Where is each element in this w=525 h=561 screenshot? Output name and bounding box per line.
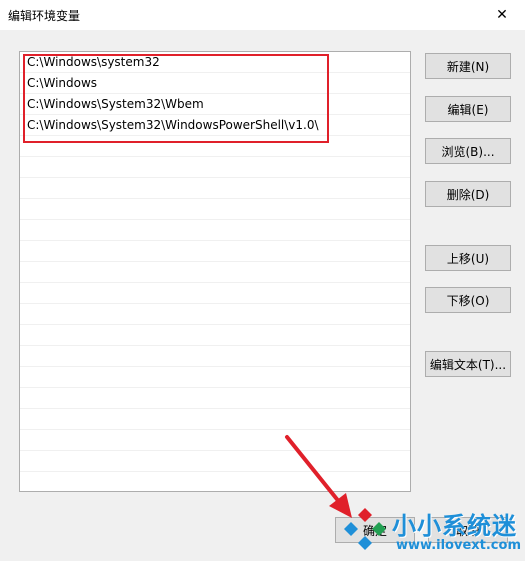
list-item[interactable] <box>20 388 410 409</box>
edit-text-button[interactable]: 编辑文本(T)... <box>425 351 511 377</box>
title-bar: 编辑环境变量 ✕ <box>0 0 525 30</box>
list-item[interactable]: C:\Windows\system32 <box>20 52 410 73</box>
edit-button[interactable]: 编辑(E) <box>425 96 511 122</box>
list-item[interactable] <box>20 451 410 472</box>
new-button[interactable]: 新建(N) <box>425 53 511 79</box>
move-down-button[interactable]: 下移(O) <box>425 287 511 313</box>
move-up-button[interactable]: 上移(U) <box>425 245 511 271</box>
list-item[interactable] <box>20 325 410 346</box>
list-item[interactable] <box>20 304 410 325</box>
list-item[interactable] <box>20 178 410 199</box>
list-item[interactable] <box>20 241 410 262</box>
browse-button[interactable]: 浏览(B)... <box>425 138 511 164</box>
close-icon: ✕ <box>496 7 508 23</box>
list-item[interactable] <box>20 472 410 491</box>
path-list[interactable]: C:\Windows\system32 C:\Windows C:\Windows\… <box>19 51 411 492</box>
list-item[interactable]: C:\Windows\System32\WindowsPowerShell\v1… <box>20 115 410 136</box>
list-item[interactable] <box>20 409 410 430</box>
list-item[interactable]: C:\Windows <box>20 73 410 94</box>
ok-button[interactable]: 确定 <box>335 517 415 543</box>
list-item[interactable] <box>20 220 410 241</box>
list-item[interactable] <box>20 367 410 388</box>
list-item[interactable]: C:\Windows\System32\Wbem <box>20 94 410 115</box>
cancel-button[interactable]: 取消 <box>428 517 508 543</box>
list-item[interactable] <box>20 262 410 283</box>
close-button[interactable]: ✕ <box>479 0 525 30</box>
delete-button[interactable]: 删除(D) <box>425 181 511 207</box>
list-item[interactable] <box>20 430 410 451</box>
list-item[interactable] <box>20 199 410 220</box>
list-item[interactable] <box>20 136 410 157</box>
list-item[interactable] <box>20 283 410 304</box>
list-item[interactable] <box>20 157 410 178</box>
list-item[interactable] <box>20 346 410 367</box>
window-title: 编辑环境变量 <box>8 9 81 23</box>
